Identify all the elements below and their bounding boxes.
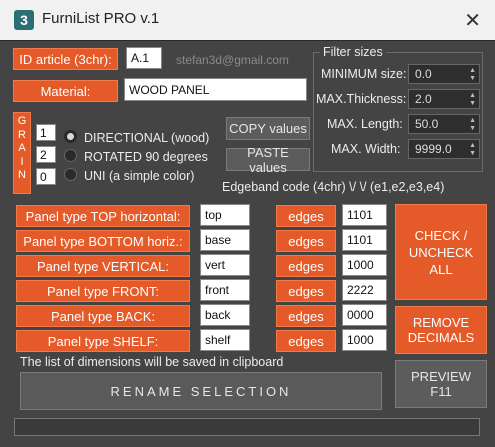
window-title: FurniList PRO v.1 bbox=[42, 10, 160, 27]
panel-top-code-input[interactable]: 1101 bbox=[342, 204, 387, 226]
spinner-arrows-icon[interactable]: ▲ ▼ bbox=[469, 117, 476, 133]
material-input[interactable]: WOOD PANEL bbox=[124, 78, 307, 101]
panel-top-name-input[interactable]: top bbox=[200, 204, 250, 226]
filter-min-input[interactable]: 0.0 ▲ ▼ bbox=[408, 64, 480, 84]
grain-letter: G bbox=[17, 115, 27, 127]
panel-shelf-label: Panel type SHELF: bbox=[16, 330, 190, 352]
remove-decimals-button[interactable]: REMOVE DECIMALS bbox=[395, 306, 487, 354]
filter-min-label: MINIMUM size: bbox=[321, 67, 407, 81]
filter-thickness-label: MAX.Thickness: bbox=[316, 92, 407, 106]
panel-bottom-label: Panel type BOTTOM horiz.: bbox=[16, 230, 190, 252]
radio-uni[interactable] bbox=[64, 168, 77, 181]
filter-thickness-value: 2.0 bbox=[415, 92, 432, 106]
grain-code-0: 0 bbox=[36, 168, 56, 185]
panel-front-edges-button[interactable]: edges bbox=[276, 280, 336, 302]
filter-width-label: MAX. Width: bbox=[331, 142, 401, 156]
grain-code-1: 1 bbox=[36, 124, 56, 141]
panel-back-label: Panel type BACK: bbox=[16, 305, 190, 327]
title-bar[interactable]: 3 FurniList PRO v.1 ✕ bbox=[0, 0, 495, 41]
copy-values-button[interactable]: COPY values bbox=[226, 117, 310, 140]
app-logo-icon: 3 bbox=[14, 10, 34, 30]
paste-values-button[interactable]: PASTE values bbox=[226, 145, 310, 175]
panel-vertical-name-input[interactable]: vert bbox=[200, 254, 250, 276]
filter-width-input[interactable]: 9999.0 ▲ ▼ bbox=[408, 139, 480, 159]
panel-shelf-code-input[interactable]: 1000 bbox=[342, 329, 387, 351]
rename-selection-button[interactable]: RENAME SELECTION bbox=[20, 372, 382, 410]
radio-uni-label: UNI (a simple color) bbox=[84, 169, 195, 183]
filter-min-value: 0.0 bbox=[415, 67, 432, 81]
material-label: Material: bbox=[13, 80, 118, 102]
spinner-arrows-icon[interactable]: ▲ ▼ bbox=[469, 92, 476, 108]
panel-front-code-input[interactable]: 2222 bbox=[342, 279, 387, 301]
grain-code-2: 2 bbox=[36, 146, 56, 163]
email-text: stefan3d@gmail.com bbox=[176, 53, 289, 67]
preview-button[interactable]: PREVIEW F11 bbox=[395, 360, 487, 408]
grain-letter: A bbox=[18, 142, 26, 154]
panel-top-edges-button[interactable]: edges bbox=[276, 205, 336, 227]
id-article-input[interactable]: A.1 bbox=[126, 47, 162, 69]
grain-letter: R bbox=[18, 128, 26, 141]
id-article-label: ID article (3chr): bbox=[13, 48, 118, 70]
check-uncheck-line1: CHECK / bbox=[414, 227, 468, 243]
panel-top-label: Panel type TOP horizontal: bbox=[16, 205, 190, 227]
panel-bottom-name-input[interactable]: base bbox=[200, 229, 250, 251]
radio-directional-label: DIRECTIONAL (wood) bbox=[84, 131, 210, 145]
panel-bottom-edges-button[interactable]: edges bbox=[276, 230, 336, 252]
filter-length-value: 50.0 bbox=[415, 117, 439, 131]
remove-decimals-line2: DECIMALS bbox=[407, 330, 475, 345]
filter-thickness-input[interactable]: 2.0 ▲ ▼ bbox=[408, 89, 480, 109]
panel-shelf-edges-button[interactable]: edges bbox=[276, 330, 336, 352]
panel-back-edges-button[interactable]: edges bbox=[276, 305, 336, 327]
panel-front-name-input[interactable]: front bbox=[200, 279, 250, 301]
panel-back-name-input[interactable]: back bbox=[200, 304, 250, 326]
filter-sizes-title: Filter sizes bbox=[320, 45, 386, 59]
preview-line2: F11 bbox=[430, 384, 452, 399]
grain-label: G R A I N bbox=[13, 112, 31, 194]
panel-vertical-code-input[interactable]: 1000 bbox=[342, 254, 387, 276]
preview-line1: PREVIEW bbox=[411, 369, 471, 384]
filter-length-label: MAX. Length: bbox=[327, 117, 403, 131]
check-uncheck-line2: UNCHECK ALL bbox=[408, 244, 474, 277]
panel-bottom-code-input[interactable]: 1101 bbox=[342, 229, 387, 251]
filter-width-value: 9999.0 bbox=[415, 142, 452, 156]
radio-rotated-label: ROTATED 90 degrees bbox=[84, 150, 208, 164]
filter-length-input[interactable]: 50.0 ▲ ▼ bbox=[408, 114, 480, 134]
progress-bar bbox=[14, 418, 480, 436]
close-icon[interactable]: ✕ bbox=[464, 8, 481, 33]
spinner-arrows-icon[interactable]: ▲ ▼ bbox=[469, 142, 476, 158]
clipboard-note: The list of dimensions will be saved in … bbox=[20, 355, 284, 369]
radio-directional[interactable] bbox=[64, 130, 77, 143]
panel-front-label: Panel type FRONT: bbox=[16, 280, 190, 302]
grain-letter: I bbox=[20, 155, 24, 168]
radio-rotated[interactable] bbox=[64, 149, 77, 162]
app-window: 3 FurniList PRO v.1 ✕ ID article (3chr):… bbox=[0, 0, 495, 447]
grain-letter: N bbox=[18, 169, 26, 181]
remove-decimals-line1: REMOVE bbox=[412, 315, 470, 330]
edgeband-header: Edgeband code (4chr) \/ \/ (e1,e2,e3,e4) bbox=[222, 180, 445, 194]
panel-shelf-name-input[interactable]: shelf bbox=[200, 329, 250, 351]
check-uncheck-all-button[interactable]: CHECK / UNCHECK ALL bbox=[395, 204, 487, 300]
panel-back-code-input[interactable]: 0000 bbox=[342, 304, 387, 326]
panel-vertical-edges-button[interactable]: edges bbox=[276, 255, 336, 277]
panel-vertical-label: Panel type VERTICAL: bbox=[16, 255, 190, 277]
spinner-arrows-icon[interactable]: ▲ ▼ bbox=[469, 67, 476, 83]
